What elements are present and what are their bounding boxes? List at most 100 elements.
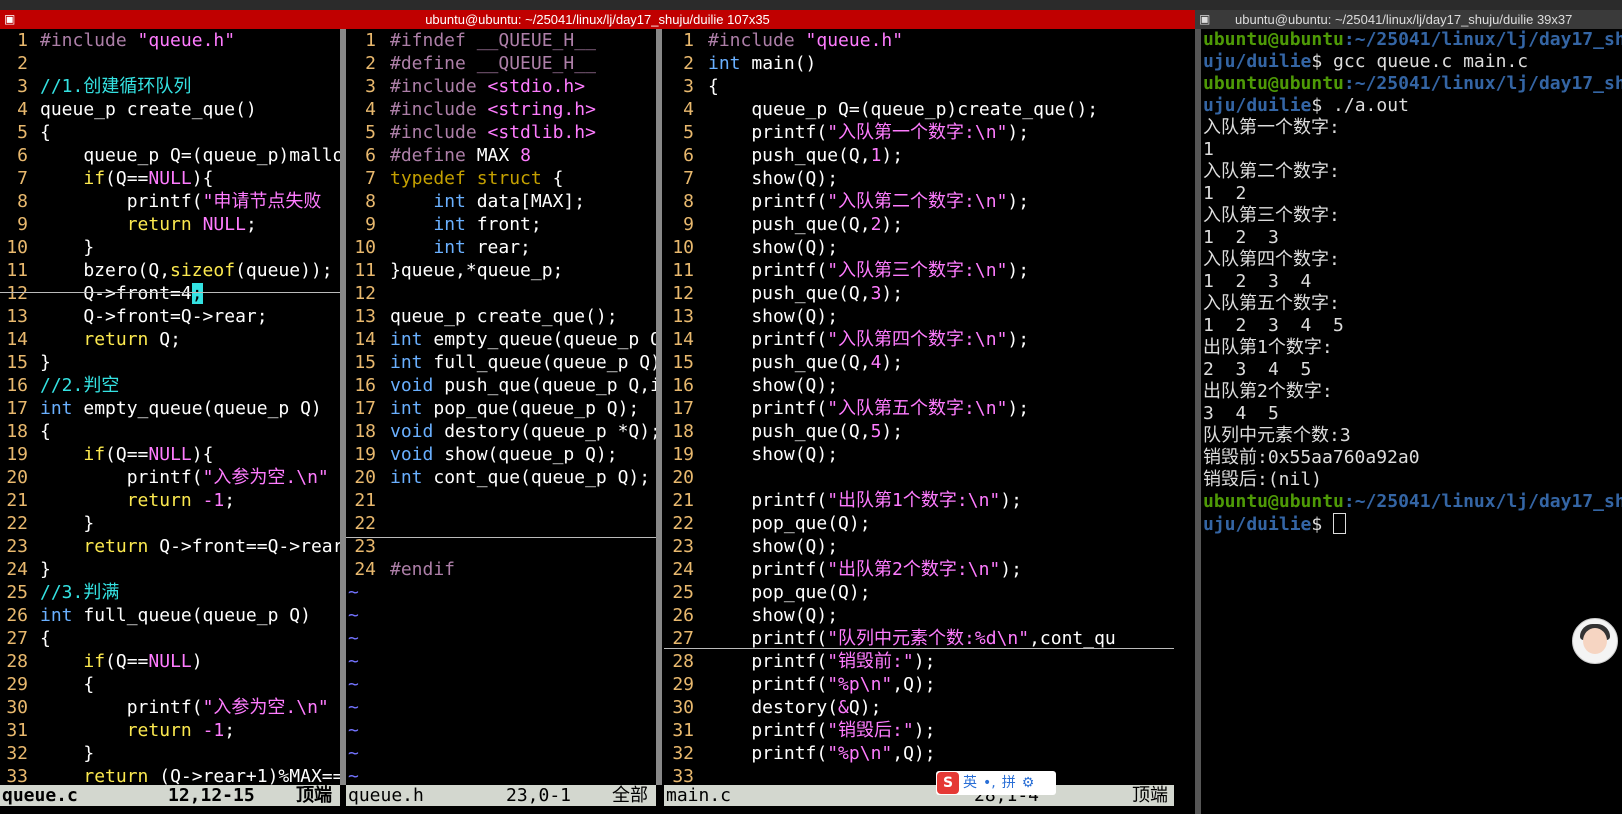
code-line[interactable]: 3 //1.创建循环队列 [0, 75, 340, 98]
code-line[interactable]: 21 [346, 489, 656, 512]
code-line[interactable]: 21 return -1; [0, 489, 340, 512]
code-line[interactable]: 4 #include <string.h> [346, 98, 656, 121]
ime-toolbar[interactable]: S 英 •, 拼 ⚙ [936, 771, 1056, 795]
vertical-split-2[interactable] [656, 29, 662, 785]
code-line[interactable]: 20 int cont_que(queue_p Q); [346, 466, 656, 489]
code-line[interactable]: 19 if(Q==NULL){ [0, 443, 340, 466]
code-line[interactable]: 13 Q->front=Q->rear; [0, 305, 340, 328]
code-line[interactable]: 5 printf("入队第一个数字:\n"); [664, 121, 1174, 144]
code-line[interactable]: 15 int full_queue(queue_p Q) [346, 351, 656, 374]
code-line[interactable]: 29 printf("%p\n",Q); [664, 673, 1174, 696]
code-line[interactable]: 19 show(Q); [664, 443, 1174, 466]
code-line[interactable]: 18 push_que(Q,5); [664, 420, 1174, 443]
code-line[interactable]: 2 int main() [664, 52, 1174, 75]
code-line[interactable]: 8 printf("申请节点失败 [0, 190, 340, 213]
code-line[interactable]: 24} [0, 558, 340, 581]
code-line[interactable]: 20 [664, 466, 1174, 489]
code-line[interactable]: 21 printf("出队第1个数字:\n"); [664, 489, 1174, 512]
terminal-titlebar-right[interactable]: ▣ ubuntu@ubuntu: ~/25041/linux/lj/day17_… [1195, 10, 1622, 29]
code-line[interactable]: 15} [0, 351, 340, 374]
code-line[interactable]: 2 #define __QUEUE_H__ [346, 52, 656, 75]
code-line[interactable]: 31 printf("销毁后:"); [664, 719, 1174, 742]
code-line[interactable]: 10 } [0, 236, 340, 259]
code-line[interactable]: 25 //3.判满 [0, 581, 340, 604]
code-line[interactable]: 14 printf("入队第四个数字:\n"); [664, 328, 1174, 351]
code-line[interactable]: 4 queue_p Q=(queue_p)create_que(); [664, 98, 1174, 121]
code-line[interactable]: 28 printf("销毁前:"); [664, 650, 1174, 673]
code-line[interactable]: 1 #include "queue.h" [664, 29, 1174, 52]
ime-punct-toggle[interactable]: •, [983, 775, 996, 791]
code-line[interactable]: 6 queue_p Q=(queue_p)mallo [0, 144, 340, 167]
code-line[interactable]: 2 [0, 52, 340, 75]
code-line[interactable]: 7 typedef struct { [346, 167, 656, 190]
code-line[interactable]: 9 return NULL; [0, 213, 340, 236]
code-line[interactable]: 27 printf("队列中元素个数:%d\n",cont_qu [664, 627, 1174, 650]
terminal-output[interactable]: ubuntu@ubuntu:~/25041/linux/lj/day17_sh u… [1195, 29, 1622, 814]
code-line[interactable]: 12 Q->front=4; [0, 282, 340, 305]
ime-mode-toggle[interactable]: 拼 [1002, 775, 1016, 791]
code-line[interactable]: 23 show(Q); [664, 535, 1174, 558]
ime-lang-toggle[interactable]: 英 [963, 775, 977, 791]
code-line[interactable]: 1 #ifndef __QUEUE_H__ [346, 29, 656, 52]
code-line[interactable]: 22 pop_que(Q); [664, 512, 1174, 535]
code-line[interactable]: 8 int data[MAX]; [346, 190, 656, 213]
code-line[interactable]: 32 printf("%p\n",Q); [664, 742, 1174, 765]
code-line[interactable]: 10 show(Q); [664, 236, 1174, 259]
code-line[interactable]: 16 void push_que(queue_p Q,i [346, 374, 656, 397]
code-line[interactable]: 20 printf("入参为空.\n" [0, 466, 340, 489]
code-line[interactable]: 16 //2.判空 [0, 374, 340, 397]
code-line[interactable]: 1 #include "queue.h" [0, 29, 340, 52]
code-line[interactable]: 6 #define MAX 8 [346, 144, 656, 167]
code-line[interactable]: 18 { [0, 420, 340, 443]
code-line[interactable]: 13 show(Q); [664, 305, 1174, 328]
code-line[interactable]: 7 if(Q==NULL){ [0, 167, 340, 190]
code-line[interactable]: 10 int rear; [346, 236, 656, 259]
code-line[interactable]: 6 push_que(Q,1); [664, 144, 1174, 167]
code-line[interactable]: 12 push_que(Q,3); [664, 282, 1174, 305]
code-line[interactable]: 17 int pop_que(queue_p Q); [346, 397, 656, 420]
code-line[interactable]: 7 show(Q); [664, 167, 1174, 190]
gear-icon[interactable]: ⚙ [1022, 775, 1035, 791]
terminal-titlebar-left[interactable]: ▣ ubuntu@ubuntu: ~/25041/linux/lj/day17_… [0, 10, 1195, 29]
code-line[interactable]: 33 [664, 765, 1174, 785]
code-line[interactable]: 5 #include <stdlib.h> [346, 121, 656, 144]
code-line[interactable]: 24 printf("出队第2个数字:\n"); [664, 558, 1174, 581]
code-line[interactable]: 24 #endif [346, 558, 656, 581]
code-line[interactable]: 23 [346, 535, 656, 558]
code-line[interactable]: 25 pop_que(Q); [664, 581, 1174, 604]
code-line[interactable]: 9 int front; [346, 213, 656, 236]
code-line[interactable]: 30 destory(&Q); [664, 696, 1174, 719]
code-line[interactable]: 15 push_que(Q,4); [664, 351, 1174, 374]
vim-pane-queue-h[interactable]: 1 #ifndef __QUEUE_H__ 2 #define __QUEUE_H__… [346, 29, 656, 785]
code-line[interactable]: 31 return -1; [0, 719, 340, 742]
code-line[interactable]: 18 void destory(queue_p *Q); [346, 420, 656, 443]
avatar[interactable] [1572, 618, 1618, 664]
vim-pane-queue-c[interactable]: 1 #include "queue.h" 2 3 //1.创建循环队列 4 queue_p … [0, 29, 340, 785]
code-line[interactable]: 11}queue,*queue_p; [346, 259, 656, 282]
code-line[interactable]: 5{ [0, 121, 340, 144]
code-line[interactable]: 28 if(Q==NULL) [0, 650, 340, 673]
code-line[interactable]: 23 return Q->front==Q->rear [0, 535, 340, 558]
code-line[interactable]: 13 queue_p create_que(); [346, 305, 656, 328]
code-line[interactable]: 17 int empty_queue(queue_p Q) [0, 397, 340, 420]
code-line[interactable]: 26 show(Q); [664, 604, 1174, 627]
vim-pane-main-c[interactable]: 1 #include "queue.h" 2 int main() 3{4 queue_… [664, 29, 1174, 785]
code-line[interactable]: 16 show(Q); [664, 374, 1174, 397]
code-line[interactable]: 22 } [0, 512, 340, 535]
code-line[interactable]: 11 bzero(Q,sizeof(queue)); [0, 259, 340, 282]
code-line[interactable]: 22 [346, 512, 656, 535]
code-line[interactable]: 12 [346, 282, 656, 305]
code-line[interactable]: 3{ [664, 75, 1174, 98]
code-line[interactable]: 32 } [0, 742, 340, 765]
code-line[interactable]: 14 return Q; [0, 328, 340, 351]
code-line[interactable]: 11 printf("入队第三个数字:\n"); [664, 259, 1174, 282]
code-line[interactable]: 33 return (Q->rear+1)%MAX== [0, 765, 340, 785]
code-line[interactable]: 27 { [0, 627, 340, 650]
code-line[interactable]: 29 { [0, 673, 340, 696]
code-line[interactable]: 19 void show(queue_p Q); [346, 443, 656, 466]
code-line[interactable]: 17 printf("入队第五个数字:\n"); [664, 397, 1174, 420]
code-line[interactable]: 3 #include <stdio.h> [346, 75, 656, 98]
code-line[interactable]: 26 int full_queue(queue_p Q) [0, 604, 340, 627]
code-line[interactable]: 9 push_que(Q,2); [664, 213, 1174, 236]
code-line[interactable]: 30 printf("入参为空.\n" [0, 696, 340, 719]
